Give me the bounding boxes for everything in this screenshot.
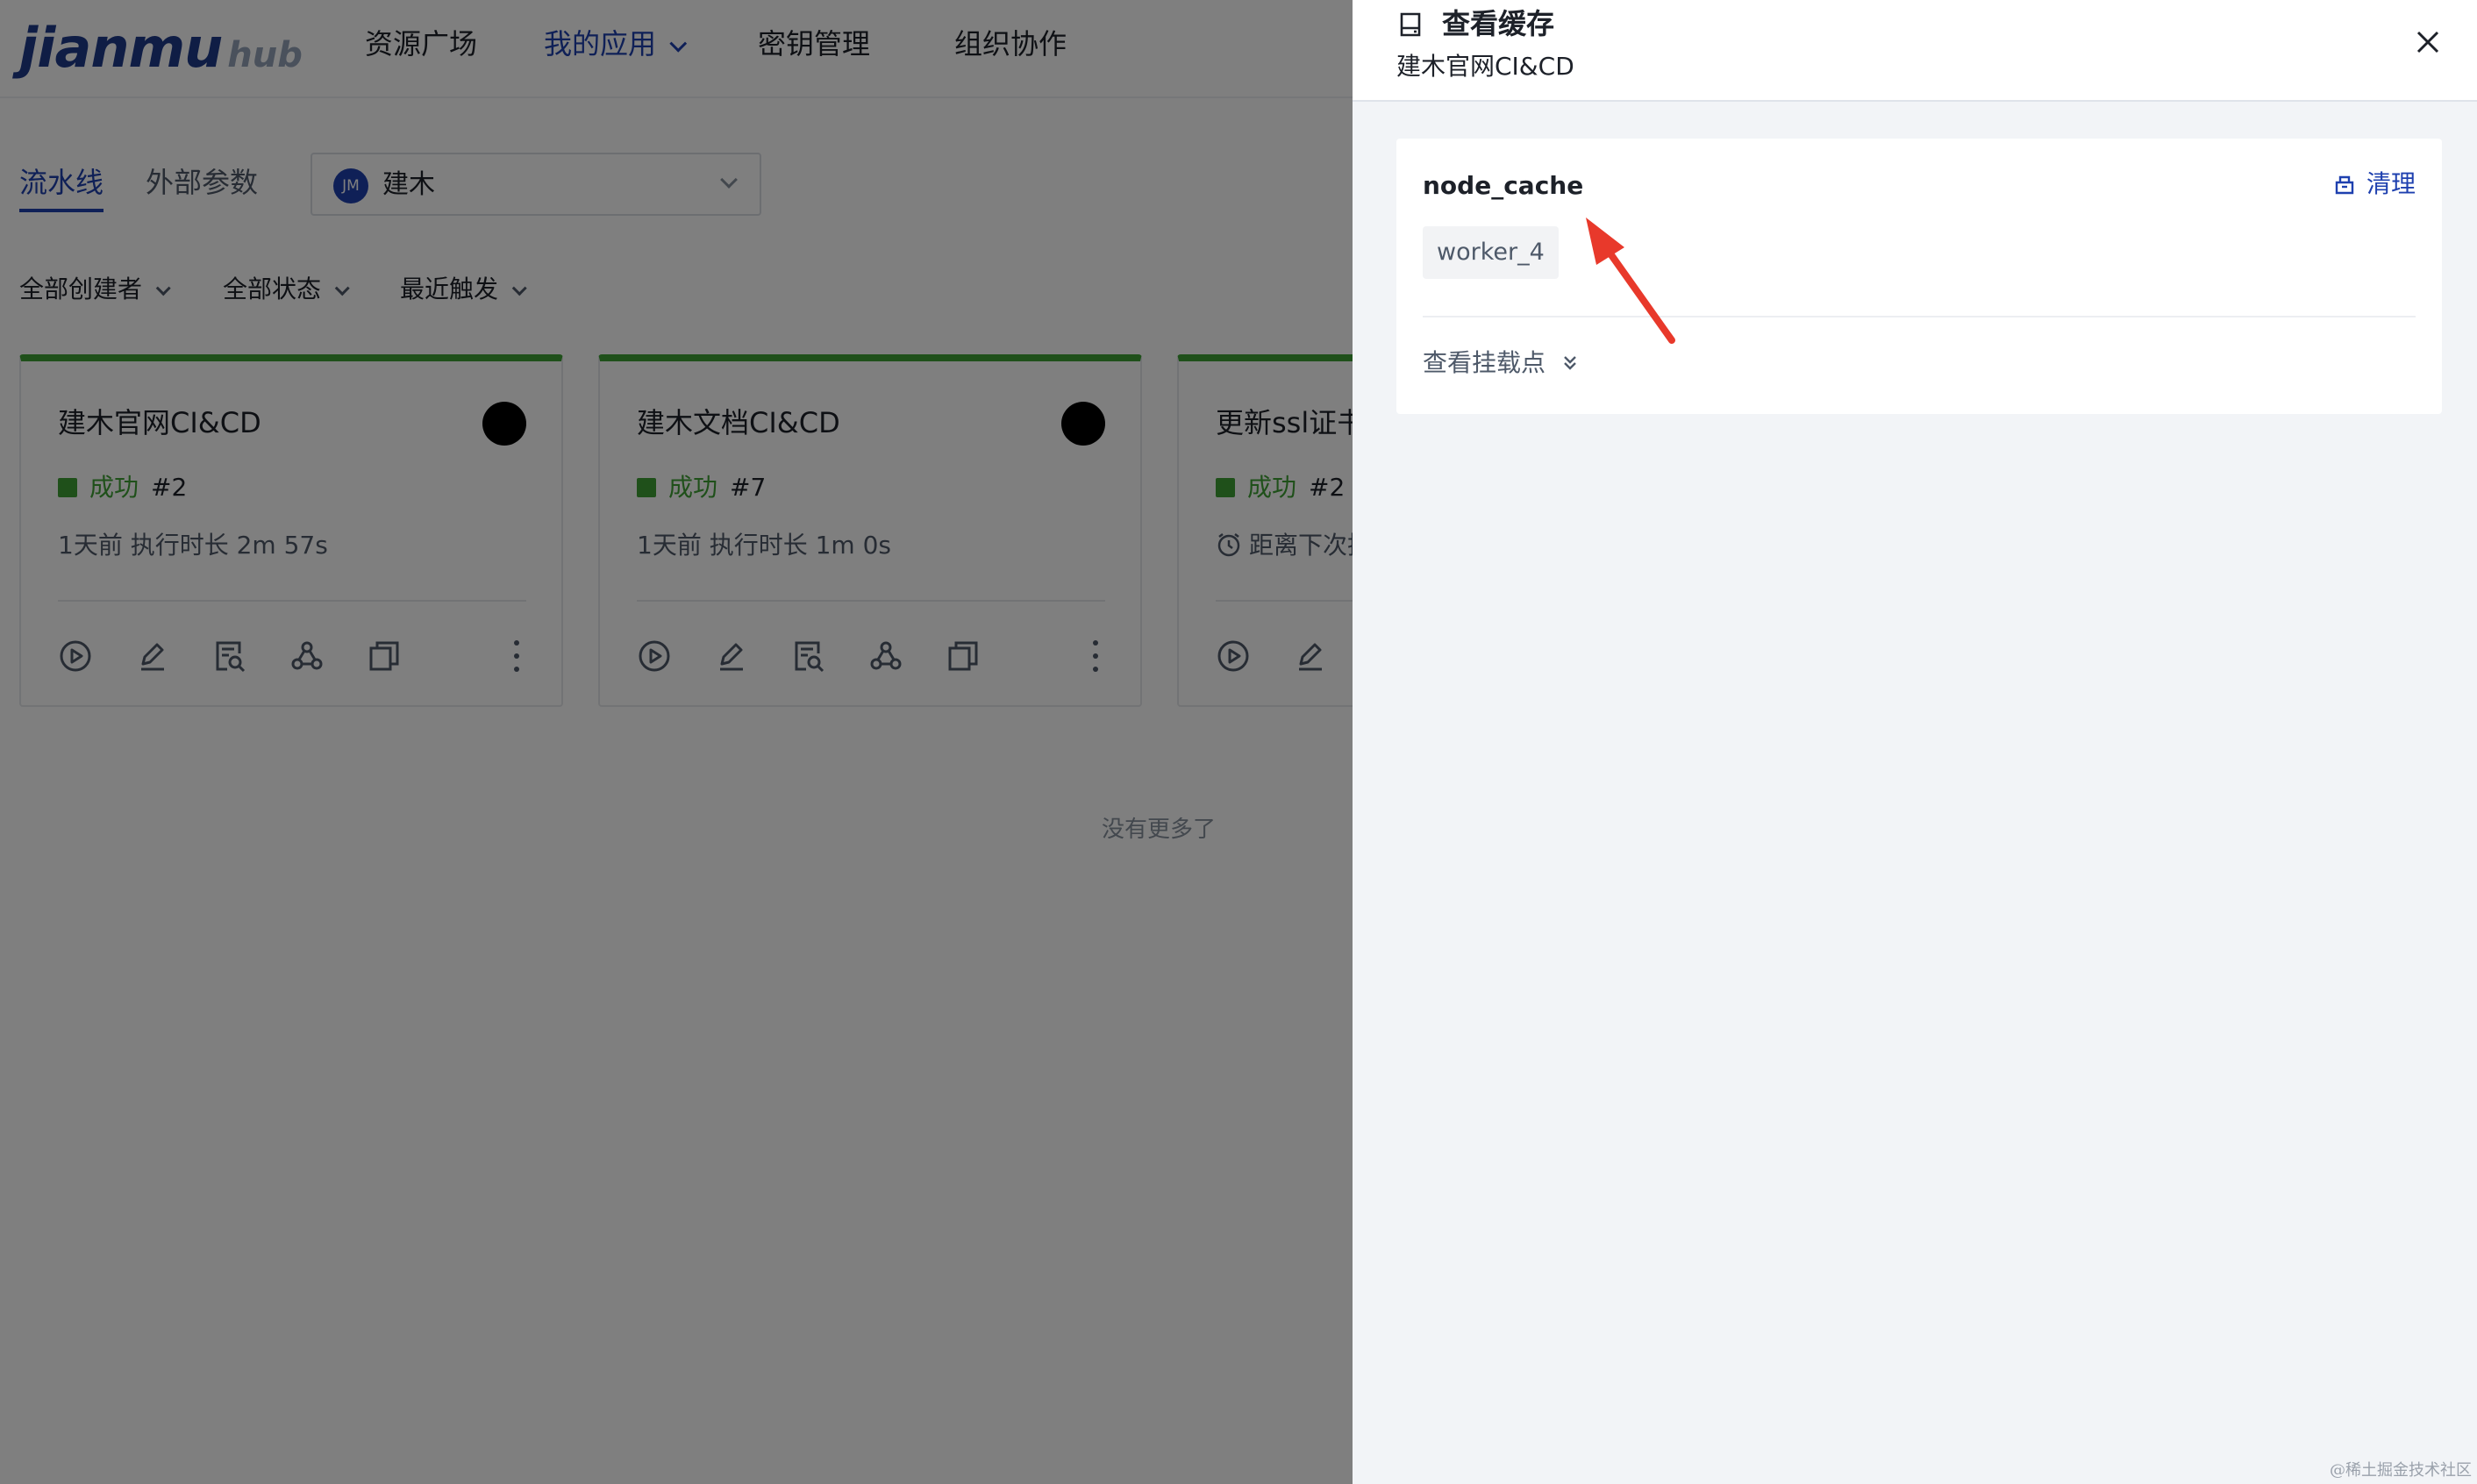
view-mount-points-toggle[interactable]: 查看挂载点 xyxy=(1423,346,1579,381)
drawer-subtitle: 建木官网CI&CD xyxy=(1396,52,1574,81)
clear-cache-button[interactable]: 清理 xyxy=(2333,167,2416,202)
close-icon[interactable] xyxy=(2414,28,2442,56)
clear-icon xyxy=(2335,175,2354,195)
watermark: @稀土掘金技术社区 xyxy=(2330,1461,2472,1480)
annotation-arrow xyxy=(1586,218,1675,344)
cache-name: node_cache xyxy=(1423,171,1584,200)
cache-drawer: 查看缓存 建木官网CI&CD node_cache 清理 worker_4 查看… xyxy=(1353,0,2477,1484)
drawer-title: 查看缓存 xyxy=(1442,7,1555,40)
view-mount-points-label: 查看挂载点 xyxy=(1423,348,1546,377)
drawer-header: 查看缓存 建木官网CI&CD xyxy=(1353,0,2477,102)
cache-card: node_cache 清理 worker_4 查看挂载点 xyxy=(1396,139,2442,414)
hard-drive-icon xyxy=(1400,12,1421,37)
clear-cache-label: 清理 xyxy=(2366,169,2416,198)
worker-tag: worker_4 xyxy=(1423,226,1559,279)
